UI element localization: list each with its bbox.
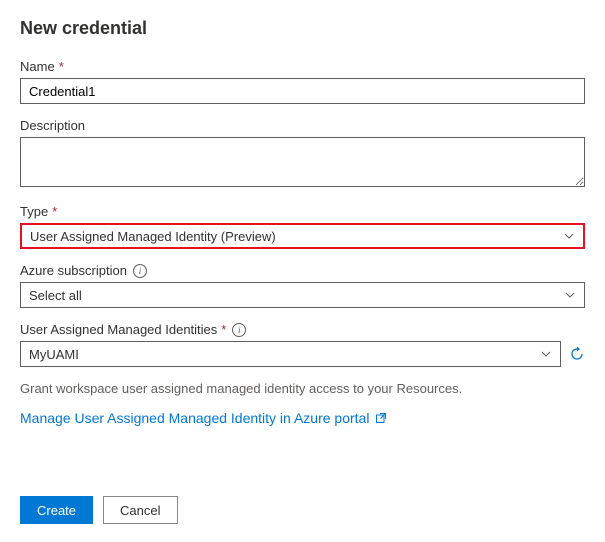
cancel-button[interactable]: Cancel [103, 496, 177, 524]
field-description: Description [20, 118, 585, 190]
chevron-down-icon [563, 230, 575, 242]
uami-select[interactable]: MyUAMI [20, 341, 561, 367]
description-input[interactable] [20, 137, 585, 187]
subscription-label: Azure subscription i [20, 263, 585, 278]
uami-label-text: User Assigned Managed Identities [20, 322, 217, 337]
info-icon[interactable]: i [232, 323, 246, 337]
refresh-icon[interactable] [569, 346, 585, 362]
external-link-icon [375, 412, 387, 424]
field-subscription: Azure subscription i Select all [20, 263, 585, 308]
footer: Create Cancel [20, 496, 585, 524]
type-label-text: Type [20, 204, 48, 219]
description-label: Description [20, 118, 585, 133]
subscription-select-value: Select all [29, 288, 82, 303]
uami-label: User Assigned Managed Identities * i [20, 322, 585, 337]
field-type: Type * User Assigned Managed Identity (P… [20, 204, 585, 249]
manage-uami-link[interactable]: Manage User Assigned Managed Identity in… [20, 410, 387, 426]
subscription-label-text: Azure subscription [20, 263, 127, 278]
name-input[interactable] [20, 78, 585, 104]
info-icon[interactable]: i [133, 264, 147, 278]
uami-select-value: MyUAMI [29, 347, 79, 362]
chevron-down-icon [564, 289, 576, 301]
chevron-down-icon [540, 348, 552, 360]
hint-text: Grant workspace user assigned managed id… [20, 381, 585, 396]
link-text: Manage User Assigned Managed Identity in… [20, 410, 369, 426]
type-select[interactable]: User Assigned Managed Identity (Preview) [20, 223, 585, 249]
page-title: New credential [20, 18, 585, 39]
type-label: Type * [20, 204, 585, 219]
field-name: Name * [20, 59, 585, 104]
name-label-text: Name [20, 59, 55, 74]
required-indicator: * [59, 59, 64, 74]
required-indicator: * [221, 322, 226, 337]
required-indicator: * [52, 204, 57, 219]
subscription-select[interactable]: Select all [20, 282, 585, 308]
description-label-text: Description [20, 118, 85, 133]
field-uami: User Assigned Managed Identities * i MyU… [20, 322, 585, 367]
create-button[interactable]: Create [20, 496, 93, 524]
type-select-value: User Assigned Managed Identity (Preview) [30, 229, 276, 244]
name-label: Name * [20, 59, 585, 74]
